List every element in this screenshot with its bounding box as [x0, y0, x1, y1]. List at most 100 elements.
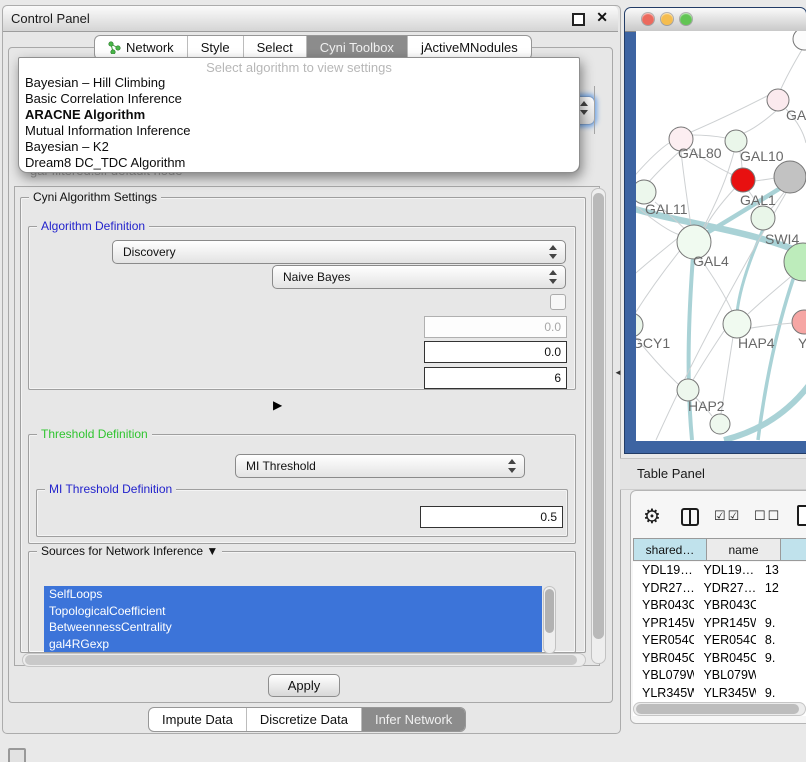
- mi-type-combo[interactable]: Naive Bayes: [272, 265, 566, 289]
- manual-kernel-checkbox[interactable]: [550, 294, 566, 310]
- network-edge[interactable]: [737, 227, 764, 313]
- collapse-down-icon[interactable]: ▼: [206, 544, 218, 558]
- network-node-GAL1[interactable]: [731, 168, 755, 192]
- algorithm-option[interactable]: ARACNE Algorithm: [25, 107, 573, 123]
- data-attribute-item[interactable]: BetweennessCentrality: [44, 619, 542, 636]
- apply-button[interactable]: Apply: [268, 674, 340, 697]
- column-header[interactable]: shared…: [633, 538, 707, 561]
- algorithm-option[interactable]: Basic Correlation Inference: [25, 91, 573, 107]
- table-row[interactable]: YBR043CYBR043C: [633, 597, 806, 615]
- dock-panel-chip[interactable]: [8, 748, 26, 762]
- tab-jactivemnodules[interactable]: jActiveMNodules: [407, 36, 531, 59]
- column-header[interactable]: name: [707, 538, 781, 561]
- control-panel-titlebar[interactable]: Control Panel ✕: [3, 6, 618, 32]
- settings-vertical-scrollbar[interactable]: [591, 188, 606, 664]
- network-node-GCY1[interactable]: [636, 313, 643, 337]
- zoom-traffic-light-icon[interactable]: [680, 13, 692, 25]
- mi-steps-input[interactable]: [424, 367, 567, 389]
- table-row[interactable]: YBR045CYBR045C9.: [633, 650, 806, 668]
- data-attribute-item[interactable]: SelfLoops: [44, 586, 542, 603]
- tab-cyni-toolbox[interactable]: Cyni Toolbox: [306, 36, 407, 59]
- columns-icon[interactable]: [681, 508, 699, 526]
- network-node-HAP4[interactable]: [723, 310, 751, 338]
- table-row[interactable]: YDL19…YDL19…13: [633, 562, 806, 580]
- mi-threshold-input[interactable]: [420, 506, 563, 528]
- table-row[interactable]: YLR345WYLR345W9.: [633, 685, 806, 703]
- aracne-mode-combo[interactable]: Discovery: [112, 240, 566, 264]
- data-attributes-list[interactable]: SelfLoopsTopologicalCoefficientBetweenne…: [44, 586, 542, 652]
- sources-legend: Sources for Network Inference ▼: [37, 544, 222, 558]
- new-table-icon[interactable]: [797, 505, 806, 526]
- kernel-width-input[interactable]: [424, 316, 567, 338]
- stepper-icon: [548, 245, 557, 259]
- settings-horizontal-scrollbar[interactable]: [22, 653, 586, 667]
- network-edge[interactable]: [636, 143, 669, 181]
- network-node-label: GAL10: [740, 148, 784, 164]
- tab-impute-data[interactable]: Impute Data: [149, 708, 246, 731]
- table-cell: YPR145W: [633, 615, 694, 633]
- table-cell: YBL079W: [694, 667, 755, 685]
- which-threshold-combo[interactable]: MI Threshold: [235, 454, 525, 478]
- data-attribute-item[interactable]: gal4RGexp: [44, 636, 542, 653]
- float-window-icon[interactable]: [572, 13, 585, 26]
- network-node-partial-top[interactable]: [793, 31, 806, 50]
- dpi-tolerance-input[interactable]: [424, 341, 567, 363]
- network-edge[interactable]: [744, 110, 777, 133]
- tab-label: Network: [126, 40, 174, 55]
- table-cell: YLR345W: [694, 685, 755, 703]
- table-cell: YLR345W: [633, 685, 694, 703]
- expand-right-icon[interactable]: ▶: [273, 398, 282, 412]
- algorithm-option[interactable]: Bayesian – K2: [25, 139, 573, 155]
- dropdown-placeholder: Select algorithm to view settings: [19, 60, 579, 75]
- table-cell: YDR27…: [633, 580, 694, 598]
- network-canvas[interactable]: GALGAL80GAL10GAL1GAL11SWI4GAL4GCY1HAP4YH…: [636, 31, 806, 441]
- algorithm-option[interactable]: Bayesian – Hill Climbing: [25, 75, 573, 91]
- gear-icon[interactable]: ⚙: [643, 504, 661, 529]
- hidden-groupbox-edge: [594, 86, 595, 134]
- network-graph: GALGAL80GAL10GAL1GAL11SWI4GAL4GCY1HAP4YH…: [636, 31, 806, 441]
- close-icon[interactable]: ✕: [596, 9, 608, 26]
- attributes-scrollbar[interactable]: [543, 586, 556, 654]
- algorithm-option[interactable]: Mutual Information Inference: [25, 123, 573, 139]
- algorithm-option[interactable]: Dream8 DC_TDC Algorithm: [25, 155, 573, 171]
- algorithm-dropdown-list[interactable]: Select algorithm to view settings Bayesi…: [18, 57, 580, 173]
- tab-discretize-data[interactable]: Discretize Data: [246, 708, 361, 731]
- network-node-SWI4[interactable]: [751, 206, 775, 230]
- close-traffic-light-icon[interactable]: [642, 13, 654, 25]
- tab-infer-network[interactable]: Infer Network: [361, 708, 465, 731]
- table-row[interactable]: YER054CYER054C8.: [633, 632, 806, 650]
- data-attribute-item[interactable]: TopologicalCoefficient: [44, 603, 542, 620]
- tab-label: Style: [201, 40, 230, 55]
- network-edge[interactable]: [691, 95, 769, 132]
- table-cell: YDL19…: [633, 562, 694, 580]
- network-window-titlebar[interactable]: [625, 8, 806, 32]
- network-icon: [108, 41, 121, 54]
- network-edge[interactable]: [693, 331, 724, 380]
- network-node-salmon-node[interactable]: [792, 310, 806, 334]
- table-row[interactable]: YDR27…YDR27…12: [633, 580, 806, 598]
- table-panel-bar: Table Panel: [620, 458, 806, 490]
- table-cell: YBL079W: [633, 667, 694, 685]
- table-cell: 9.: [756, 615, 806, 633]
- minimize-traffic-light-icon[interactable]: [661, 13, 673, 25]
- network-node-gray-node[interactable]: [774, 161, 806, 193]
- table-row[interactable]: YPR145WYPR145W9.: [633, 615, 806, 633]
- tab-network[interactable]: Network: [95, 36, 187, 59]
- network-edge[interactable]: [636, 248, 682, 315]
- tab-label: Infer Network: [375, 712, 452, 727]
- show-columns-icon[interactable]: ☑☑: [714, 508, 741, 524]
- network-edge[interactable]: [780, 48, 803, 91]
- table-horizontal-scrollbar[interactable]: [633, 702, 806, 716]
- network-node-bottom-green[interactable]: [710, 414, 730, 434]
- table-cell: 13: [756, 562, 806, 580]
- tab-style[interactable]: Style: [187, 36, 243, 59]
- column-header[interactable]: [781, 538, 806, 561]
- table-cell: YBR045C: [633, 650, 694, 668]
- table-row[interactable]: YBL079WYBL079W: [633, 667, 806, 685]
- network-node-label: GCY1: [636, 335, 670, 351]
- network-edge[interactable]: [754, 178, 775, 181]
- table-cell: 9.: [756, 650, 806, 668]
- tab-select[interactable]: Select: [243, 36, 306, 59]
- hide-columns-icon[interactable]: ☐☐: [754, 508, 781, 524]
- network-edge[interactable]: [692, 135, 726, 138]
